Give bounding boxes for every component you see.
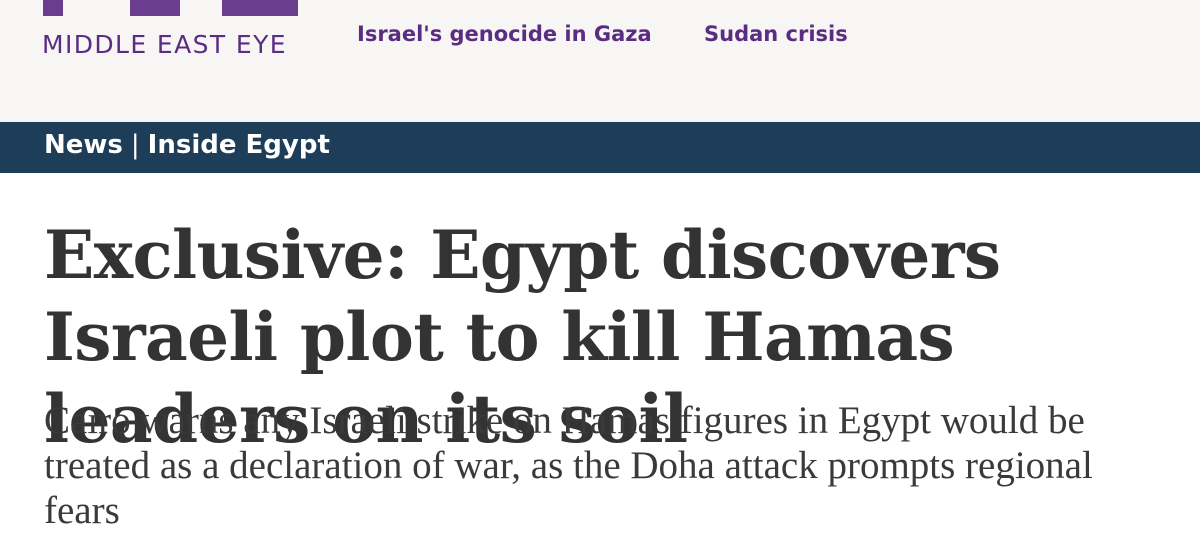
site-logo[interactable]: MIDDLE EAST EYE bbox=[42, 30, 287, 59]
article-standfirst: Cairo warns any Israeli strike on Hamas … bbox=[44, 399, 1093, 532]
section-breadcrumb-bar: News | Inside Egypt bbox=[0, 122, 1200, 173]
nav-link-sudan-crisis[interactable]: Sudan crisis bbox=[704, 22, 848, 46]
site-header: MIDDLE EAST EYE Israel's genocide in Gaz… bbox=[0, 0, 1200, 122]
breadcrumb-inside-egypt[interactable]: Inside Egypt bbox=[148, 130, 330, 160]
logo-mark[interactable] bbox=[130, 0, 180, 16]
logo-mark[interactable] bbox=[222, 0, 298, 16]
nav-link-gaza[interactable]: Israel's genocide in Gaza bbox=[357, 22, 652, 46]
breadcrumb-separator: | bbox=[130, 130, 140, 160]
breadcrumb: News | Inside Egypt bbox=[44, 130, 330, 160]
breadcrumb-news[interactable]: News bbox=[44, 130, 123, 160]
logo-mark[interactable] bbox=[43, 0, 63, 16]
